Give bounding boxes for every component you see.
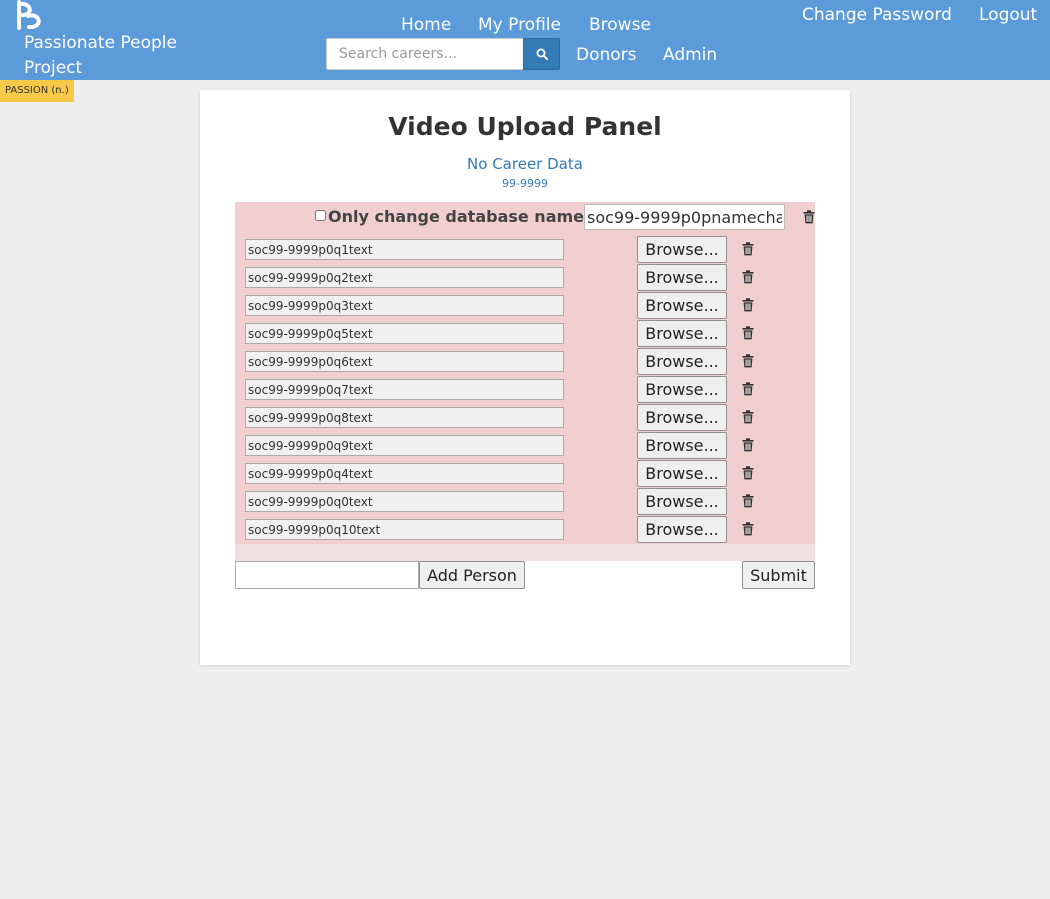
add-person-button[interactable]: Add Person (419, 561, 525, 589)
trash-icon[interactable] (742, 242, 754, 256)
browse-button[interactable]: Browse... (637, 320, 727, 347)
trash-icon[interactable] (742, 522, 754, 536)
browse-button[interactable]: Browse... (637, 432, 727, 459)
nav-home[interactable]: Home (401, 14, 451, 36)
browse-button[interactable]: Browse... (637, 348, 727, 375)
search-input[interactable] (326, 38, 524, 70)
video-text-input[interactable] (245, 463, 564, 484)
nav-admin[interactable]: Admin (663, 44, 717, 66)
career-link[interactable]: No Career Data (0, 154, 1050, 174)
page-title: Video Upload Panel (388, 112, 662, 141)
trash-icon[interactable] (803, 210, 815, 224)
video-text-input[interactable] (245, 295, 564, 316)
trash-icon[interactable] (742, 326, 754, 340)
video-text-input[interactable] (245, 239, 564, 260)
nav-change-password[interactable]: Change Password (802, 4, 952, 26)
video-text-input[interactable] (245, 267, 564, 288)
nav-logout[interactable]: Logout (979, 4, 1037, 26)
trash-icon[interactable] (742, 354, 754, 368)
browse-button[interactable]: Browse... (637, 264, 727, 291)
navbar: Passionate People Project Home My Profil… (0, 0, 1050, 80)
video-text-input[interactable] (245, 379, 564, 400)
trash-icon[interactable] (742, 382, 754, 396)
db-name-input[interactable] (584, 204, 785, 230)
browse-button[interactable]: Browse... (637, 376, 727, 403)
search-button[interactable] (523, 38, 560, 70)
trash-icon[interactable] (742, 410, 754, 424)
nav-browse[interactable]: Browse (589, 14, 651, 36)
logo-icon[interactable] (14, 0, 48, 32)
trash-icon[interactable] (742, 494, 754, 508)
browse-button[interactable]: Browse... (637, 516, 727, 543)
browse-button[interactable]: Browse... (637, 404, 727, 431)
nav-donors[interactable]: Donors (576, 44, 637, 66)
submit-button[interactable]: Submit (742, 561, 815, 589)
db-name-only-label: Only change database name (328, 207, 585, 226)
video-text-input[interactable] (245, 351, 564, 372)
browse-button[interactable]: Browse... (637, 236, 727, 263)
trash-icon[interactable] (742, 466, 754, 480)
video-text-input[interactable] (245, 519, 564, 540)
video-text-input[interactable] (245, 323, 564, 344)
trash-icon[interactable] (742, 438, 754, 452)
browse-button[interactable]: Browse... (637, 460, 727, 487)
brand-name[interactable]: Passionate People Project (24, 31, 224, 81)
passion-badge: PASSION (n.) (0, 80, 74, 102)
search-icon (536, 48, 548, 60)
db-name-only-checkbox[interactable] (315, 210, 326, 221)
video-list-footer (235, 544, 815, 561)
trash-icon[interactable] (742, 270, 754, 284)
trash-icon[interactable] (742, 298, 754, 312)
person-name-input[interactable] (235, 561, 419, 589)
browse-button[interactable]: Browse... (637, 488, 727, 515)
nav-my-profile[interactable]: My Profile (478, 14, 561, 36)
video-text-input[interactable] (245, 435, 564, 456)
video-text-input[interactable] (245, 491, 564, 512)
video-text-input[interactable] (245, 407, 564, 428)
browse-button[interactable]: Browse... (637, 292, 727, 319)
career-code[interactable]: 99-9999 (0, 176, 1050, 191)
